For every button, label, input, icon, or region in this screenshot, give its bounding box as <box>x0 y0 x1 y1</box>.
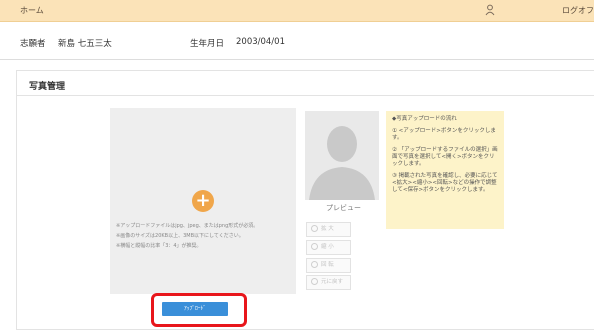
photo-management-panel: 写真管理 <box>16 70 594 330</box>
top-bar: ホーム ログオフ <box>0 0 594 22</box>
upload-drop-area[interactable]: + ※アップロードファイルはjpg、jpeg、またはpng形式が必須。 ※画像の… <box>110 108 296 294</box>
birthdate-value: 2003/04/01 <box>236 37 285 47</box>
applicant-name-label: 志願者 <box>20 39 46 49</box>
applicant-info: 志願者 新島 七五三太 生年月日 2003/04/01 <box>0 22 594 60</box>
instructions-title: ◆写真アップロードの流れ <box>392 116 457 122</box>
rotate-icon <box>311 261 318 268</box>
applicant-name-value: 新島 七五三太 <box>58 39 112 49</box>
section-title: 写真管理 <box>29 82 66 92</box>
home-link[interactable]: ホーム <box>20 5 44 16</box>
birthdate-label: 生年月日 <box>190 39 225 49</box>
zoom-out-button[interactable]: 縮 小 <box>306 240 351 255</box>
user-icon[interactable] <box>485 4 495 16</box>
zoom-in-icon <box>311 225 318 232</box>
preview-image <box>305 111 379 200</box>
zoom-in-button[interactable]: 拡 大 <box>306 222 351 237</box>
upload-note-format: ※アップロードファイルはjpg、jpeg、またはpng形式が必須。 <box>116 223 259 229</box>
preview-label: プレビュー <box>326 204 361 212</box>
zoom-out-label: 縮 小 <box>321 244 334 250</box>
upload-instructions: ◆写真アップロードの流れ ① <アップロード>ボタンをクリックします。 ② 「ア… <box>386 111 504 229</box>
add-photo-icon[interactable]: + <box>192 190 214 212</box>
person-silhouette-icon <box>305 111 379 200</box>
reset-icon <box>311 278 318 285</box>
instruction-step-3: ③ 掲載された写真を確認し、必要に応じて<拡大><縮小><回転>などの操作で調整… <box>392 173 498 193</box>
zoom-in-label: 拡 大 <box>321 226 334 232</box>
instruction-step-2: ② 「アップロードするファイルの選択」画面で写真を選択して<開く>ボタンをクリッ… <box>392 147 498 167</box>
reset-label: 元に戻す <box>321 279 344 285</box>
reset-button[interactable]: 元に戻す <box>306 275 351 290</box>
section-divider <box>17 95 594 96</box>
highlight-annotation <box>151 293 247 327</box>
zoom-out-icon <box>311 243 318 250</box>
instruction-step-1: ① <アップロード>ボタンをクリックします。 <box>392 128 496 141</box>
upload-note-size: ※画像のサイズは20KB以上、3MB以下にしてください。 <box>116 233 244 239</box>
rotate-button[interactable]: 回 転 <box>306 258 351 273</box>
logout-link[interactable]: ログオフ <box>562 5 594 16</box>
rotate-label: 回 転 <box>321 262 334 268</box>
upload-note-ratio: ※横幅と縦幅の比率「3：4」が推奨。 <box>116 243 202 249</box>
